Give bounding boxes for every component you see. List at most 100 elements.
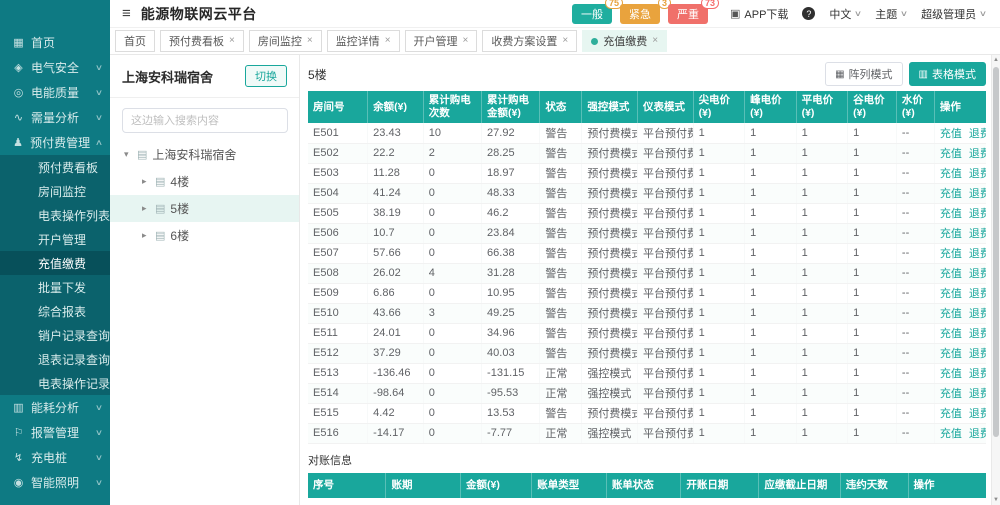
recharge-link[interactable]: 充值: [940, 228, 962, 240]
refund-link[interactable]: 退费: [969, 148, 986, 160]
recharge-link[interactable]: 充值: [940, 368, 962, 380]
sidebar-item-prepaid-dashboard[interactable]: 预付费看板: [0, 155, 110, 179]
tree-search-input[interactable]: [122, 108, 288, 133]
recharge-link[interactable]: 充值: [940, 348, 962, 360]
tab-monitoring-detail[interactable]: 监控详情×: [327, 30, 400, 52]
cell-meter: 平台预付费: [637, 223, 693, 243]
switch-button[interactable]: 切换: [245, 65, 287, 87]
recharge-link[interactable]: 充值: [940, 308, 962, 320]
recharge-link[interactable]: 充值: [940, 168, 962, 180]
refund-link[interactable]: 退费: [969, 408, 986, 420]
sidebar-item-meter-return-records[interactable]: 退表记录查询: [0, 347, 110, 371]
caret-right-icon[interactable]: ▸: [142, 203, 150, 214]
refund-link[interactable]: 退费: [969, 348, 986, 360]
recharge-link[interactable]: 充值: [940, 188, 962, 200]
refund-link[interactable]: 退费: [969, 228, 986, 240]
sidebar-item-electrical-safety[interactable]: ◈电气安全∨: [0, 55, 110, 80]
tab-recharge-payment[interactable]: 充值缴费×: [582, 30, 667, 52]
close-icon[interactable]: ×: [652, 36, 658, 46]
sidebar-item-charging-pile[interactable]: ↯充电桩∨: [0, 445, 110, 470]
close-icon[interactable]: ×: [307, 36, 313, 46]
recharge-link[interactable]: 充值: [940, 268, 962, 280]
sidebar-item-energy-analysis[interactable]: ▥能耗分析∨: [0, 395, 110, 420]
refund-link[interactable]: 退费: [969, 428, 986, 440]
sidebar-item-batch-dispatch[interactable]: 批量下发: [0, 275, 110, 299]
tree-node-floor-6楼[interactable]: ▸▤6楼: [110, 222, 299, 249]
sidebar-item-label: 电表操作列表: [38, 207, 110, 224]
table-row-E505: E50538.19046.2警告预付费模式平台预付费1111--充值退费: [308, 203, 986, 223]
caret-right-icon[interactable]: ▸: [142, 230, 150, 241]
recharge-link[interactable]: 充值: [940, 288, 962, 300]
refund-link[interactable]: 退费: [969, 128, 986, 140]
tree-node-floor-4楼[interactable]: ▸▤4楼: [110, 168, 299, 195]
user-menu[interactable]: 超级管理员 ∨: [921, 6, 986, 22]
vertical-scrollbar[interactable]: ▲ ▼: [991, 55, 1000, 505]
sidebar-item-smart-lighting[interactable]: ◉智能照明∨: [0, 470, 110, 495]
language-selector[interactable]: 中文 ∨: [829, 6, 861, 22]
refund-link[interactable]: 退费: [969, 368, 986, 380]
close-icon[interactable]: ×: [229, 36, 235, 46]
sidebar-item-meter-operation-records[interactable]: 电表操作记录: [0, 371, 110, 395]
tab-account-management[interactable]: 开户管理×: [405, 30, 478, 52]
tab-billing-scheme[interactable]: 收费方案设置×: [482, 30, 577, 52]
refund-link[interactable]: 退费: [969, 288, 986, 300]
help-icon[interactable]: ?: [802, 7, 815, 20]
sidebar-item-home[interactable]: ▦首页: [0, 30, 110, 55]
cell-peak: 1: [745, 303, 797, 323]
recharge-link[interactable]: 充值: [940, 328, 962, 340]
refund-link[interactable]: 退费: [969, 188, 986, 200]
refund-link[interactable]: 退费: [969, 328, 986, 340]
tab-home[interactable]: 首页: [115, 30, 155, 52]
sidebar-item-account-cancel-records[interactable]: 销户记录查询: [0, 323, 110, 347]
recharge-link[interactable]: 充值: [940, 388, 962, 400]
sidebar-item-demand-analysis[interactable]: ∿需量分析∨: [0, 105, 110, 130]
recharge-link[interactable]: 充值: [940, 248, 962, 260]
tab-room-monitoring[interactable]: 房间监控×: [249, 30, 322, 52]
menu-toggle-icon[interactable]: ≡: [122, 5, 131, 22]
sidebar-item-room-monitoring[interactable]: 房间监控: [0, 179, 110, 203]
alarm-badge-general[interactable]: 一般75: [572, 4, 612, 24]
recharge-link[interactable]: 充值: [940, 208, 962, 220]
refund-link[interactable]: 退费: [969, 248, 986, 260]
tree-node-floor-5楼[interactable]: ▸▤5楼: [110, 195, 299, 222]
scroll-down-icon[interactable]: ▼: [992, 497, 1000, 503]
close-icon[interactable]: ×: [562, 36, 568, 46]
cell-status: 警告: [540, 223, 582, 243]
sidebar-item-comprehensive-report[interactable]: 综合报表: [0, 299, 110, 323]
alarm-badge-severe[interactable]: 严重73: [668, 4, 708, 24]
app-download-link[interactable]: ▣ APP下载: [730, 6, 788, 22]
sidebar-item-prepaid-management[interactable]: ♟预付费管理∧: [0, 130, 110, 155]
tab-prepaid-dashboard[interactable]: 预付费看板×: [160, 30, 244, 52]
cell-flat: 1: [796, 403, 848, 423]
cell-balance: 41.24: [368, 183, 424, 203]
caret-down-icon[interactable]: ▾: [124, 149, 132, 160]
scroll-up-icon[interactable]: ▲: [992, 57, 1000, 63]
sidebar-item-recharge-payment[interactable]: 充值缴费: [0, 251, 110, 275]
refund-link[interactable]: 退费: [969, 208, 986, 220]
table-mode-button[interactable]: ▥ 表格模式: [909, 62, 986, 86]
cell-water: --: [896, 183, 934, 203]
cell-control: 强控模式: [582, 363, 638, 383]
recharge-link[interactable]: 充值: [940, 408, 962, 420]
theme-selector[interactable]: 主题 ∨: [875, 6, 907, 22]
cell-amount: -95.53: [482, 383, 540, 403]
scrollbar-thumb[interactable]: [993, 67, 999, 437]
refund-link[interactable]: 退费: [969, 308, 986, 320]
grid-mode-button[interactable]: ▦ 阵列模式: [825, 62, 902, 86]
cell-status: 警告: [540, 123, 582, 143]
caret-right-icon[interactable]: ▸: [142, 176, 150, 187]
sidebar-item-meter-operation-list[interactable]: 电表操作列表: [0, 203, 110, 227]
recharge-link[interactable]: 充值: [940, 428, 962, 440]
refund-link[interactable]: 退费: [969, 388, 986, 400]
sidebar-item-account-management[interactable]: 开户管理: [0, 227, 110, 251]
tree-node-root[interactable]: ▾ ▤ 上海安科瑞宿舍: [110, 141, 299, 168]
sidebar-item-power-quality[interactable]: ◎电能质量∨: [0, 80, 110, 105]
recharge-link[interactable]: 充值: [940, 148, 962, 160]
close-icon[interactable]: ×: [463, 36, 469, 46]
sidebar-item-alarm-management[interactable]: ⚐报警管理∨: [0, 420, 110, 445]
recharge-link[interactable]: 充值: [940, 128, 962, 140]
close-icon[interactable]: ×: [385, 36, 391, 46]
alarm-badge-urgent[interactable]: 紧急3: [620, 4, 660, 24]
refund-link[interactable]: 退费: [969, 268, 986, 280]
refund-link[interactable]: 退费: [969, 168, 986, 180]
